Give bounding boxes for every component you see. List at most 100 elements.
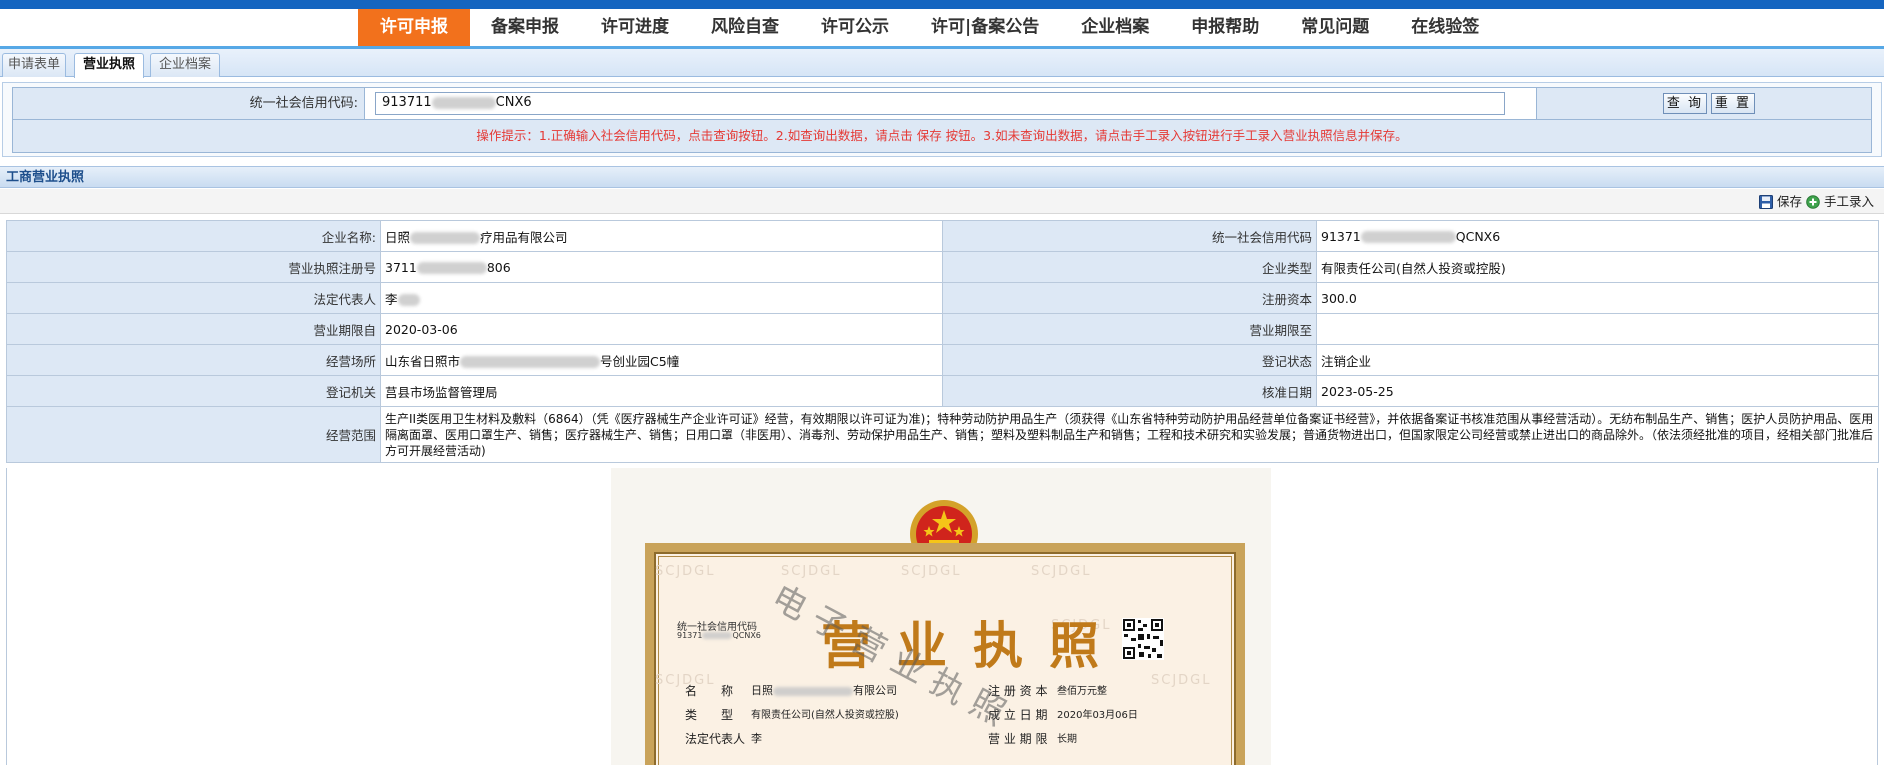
reg-capital-value: 300.0: [1316, 282, 1879, 314]
legal-rep-label: 法定代表人: [6, 282, 381, 314]
period-to-label: 营业期限至: [942, 313, 1317, 345]
qr-code-icon: [1122, 618, 1164, 660]
credit-code-label: 统一社会信用代码: [942, 220, 1317, 252]
approve-date-label: 核准日期: [942, 375, 1317, 407]
credit-code-input-prefix: 913711: [382, 95, 432, 110]
scope-label: 经营范围: [6, 406, 381, 463]
company-type-label: 企业类型: [942, 251, 1317, 283]
nav-item-enterprise-archive[interactable]: 企业档案: [1060, 9, 1170, 46]
reg-no-suffix: 806: [486, 259, 511, 275]
add-icon: [1806, 194, 1820, 209]
license-info-table: 企业名称: 日照 疗用品有限公司 统一社会信用代码 91371 QCNX6 营业执照…: [6, 220, 1879, 463]
reg-no-label: 营业执照注册号: [6, 251, 381, 283]
nav-item-license-progress[interactable]: 许可进度: [580, 9, 690, 46]
nav-item-license-publicity[interactable]: 许可公示: [800, 9, 910, 46]
license-legal-value: 李: [751, 732, 762, 745]
redacted-mask: [702, 632, 733, 639]
nav-item-license-apply[interactable]: 许可申报: [358, 9, 470, 46]
query-table: 统一社会信用代码: 913711 CNX6 查 询 重 置 操作提示：1.正确输入…: [12, 87, 1872, 153]
main-nav: 许可申报 备案申报 许可进度 风险自查 许可公示 许可|备案公告 企业档案 申报…: [358, 9, 1500, 46]
company-name-prefix: 日照: [385, 229, 411, 245]
license-term-value: 长期: [1057, 734, 1077, 745]
license-code-fragment: 91371: [677, 631, 703, 640]
tab-application-form[interactable]: 申请表单: [2, 53, 66, 77]
nav-item-announcement[interactable]: 许可|备案公告: [910, 9, 1060, 46]
nav-item-apply-help[interactable]: 申报帮助: [1170, 9, 1280, 46]
credit-code-value: 91371 QCNX6: [1316, 220, 1879, 252]
license-type-value: 有限责任公司(自然人投资或控股): [751, 710, 899, 721]
watermark-text: SCJDGL: [1151, 673, 1212, 688]
address-value: 山东省日照市 号创业园C5幢: [380, 344, 943, 376]
credit-code-input[interactable]: 913711 CNX6: [375, 92, 1505, 115]
license-credit-code-value: 91371 QCNX6: [677, 631, 761, 640]
watermark-text: SCJDGL: [1031, 564, 1092, 579]
company-name-label: 企业名称:: [6, 220, 381, 252]
address-prefix: 山东省日照市: [385, 353, 461, 369]
manual-entry-button[interactable]: 手工录入: [1806, 193, 1874, 210]
top-navigation-bar: 许可申报 备案申报 许可进度 风险自查 许可公示 许可|备案公告 企业档案 申报…: [0, 0, 1884, 49]
watermark-text: SCJDGL: [901, 564, 962, 579]
credit-code-input-suffix: CNX6: [495, 95, 532, 110]
redacted-mask: [397, 294, 420, 306]
license-name-value: 日照 有限公司: [751, 682, 897, 698]
tab-business-license[interactable]: 营业执照: [74, 53, 144, 78]
top-blue-strip: [0, 0, 1884, 9]
redacted-mask: [410, 232, 481, 244]
sub-tabs-bar: 申请表单 营业执照 企业档案: [0, 49, 1884, 78]
license-found-value: 2020年03月06日: [1057, 710, 1138, 721]
reset-button[interactable]: 重 置: [1711, 93, 1755, 114]
table-row: 经营范围 生产II类医用卫生材料及敷料（6864）（凭《医疗器械生产企业许可证》…: [6, 406, 1879, 463]
nav-item-online-verify[interactable]: 在线验签: [1390, 9, 1500, 46]
save-icon: [1759, 194, 1773, 209]
company-name-suffix: 疗用品有限公司: [480, 229, 568, 245]
license-type-label: 类 型: [685, 708, 734, 722]
table-row: 经营场所 山东省日照市 号创业园C5幢 登记状态 注销企业: [6, 344, 1879, 376]
reg-no-prefix: 3711: [385, 259, 417, 275]
license-code-tail: QCNX6: [732, 631, 761, 640]
nav-item-filing-apply[interactable]: 备案申报: [470, 9, 580, 46]
save-label: 保存: [1777, 194, 1803, 209]
operation-tip: 操作提示：1.正确输入社会信用代码，点击查询按钮。2.如查询出数据，请点击 保存…: [13, 120, 1871, 152]
manual-entry-label: 手工录入: [1824, 194, 1875, 209]
section-title: 工商营业执照: [6, 170, 85, 185]
redacted-mask: [773, 686, 853, 696]
query-panel: 统一社会信用代码: 913711 CNX6 查 询 重 置 操作提示：1.正确输入…: [2, 82, 1882, 157]
legal-rep-value: 李: [380, 282, 943, 314]
redacted-mask: [416, 262, 487, 274]
table-row: 企业名称: 日照 疗用品有限公司 统一社会信用代码 91371 QCNX6: [6, 220, 1879, 252]
reg-status-label: 登记状态: [942, 344, 1317, 376]
table-row: 营业期限自 2020-03-06 营业期限至: [6, 313, 1879, 345]
period-to-value: [1316, 313, 1879, 345]
reg-no-value: 3711 806: [380, 251, 943, 283]
license-legal-label: 法定代表人: [685, 732, 746, 746]
table-row: 营业执照注册号 3711 806 企业类型 有限责任公司(自然人投资或控股): [6, 251, 1879, 283]
license-term-label: 营 业 期 限: [988, 732, 1048, 746]
license-name-prefix: 日照: [751, 684, 773, 697]
license-image-area: SCJDGL SCJDGL SCJDGL SCJDGL SCJDGL SCJDG…: [6, 468, 1878, 765]
tab-enterprise-archive[interactable]: 企业档案: [150, 53, 220, 77]
nav-item-faq[interactable]: 常见问题: [1280, 9, 1390, 46]
credit-code-input-cell: 913711 CNX6: [365, 88, 1537, 119]
license-name-label: 名 称: [685, 684, 734, 698]
license-image: SCJDGL SCJDGL SCJDGL SCJDGL SCJDGL SCJDG…: [611, 468, 1271, 765]
query-buttons: 查 询 重 置: [1663, 93, 1755, 114]
license-capital-value: 叁佰万元整: [1057, 686, 1107, 697]
table-row: 法定代表人 李 注册资本 300.0: [6, 282, 1879, 314]
watermark-text: SCJDGL: [655, 564, 716, 579]
redacted-mask: [431, 96, 496, 109]
query-row: 统一社会信用代码: 913711 CNX6 查 询 重 置: [13, 88, 1871, 120]
nav-item-risk-selfcheck[interactable]: 风险自查: [690, 9, 800, 46]
table-row: 登记机关 莒县市场监督管理局 核准日期 2023-05-25: [6, 375, 1879, 407]
redacted-mask: [460, 356, 601, 368]
scope-value: 生产II类医用卫生材料及敷料（6864）（凭《医疗器械生产企业许可证》经营，有效…: [380, 406, 1879, 463]
approve-date-value: 2023-05-25: [1316, 375, 1879, 407]
license-toolbar: 保存 手工录入: [0, 189, 1884, 214]
redacted-mask: [1360, 231, 1456, 243]
period-from-value: 2020-03-06: [380, 313, 943, 345]
company-type-value: 有限责任公司(自然人投资或控股): [1316, 251, 1879, 283]
authority-label: 登记机关: [6, 375, 381, 407]
search-button[interactable]: 查 询: [1663, 93, 1707, 114]
credit-code-suffix: QCNX6: [1455, 228, 1501, 244]
save-button[interactable]: 保存: [1759, 193, 1802, 210]
reg-capital-label: 注册资本: [942, 282, 1317, 314]
